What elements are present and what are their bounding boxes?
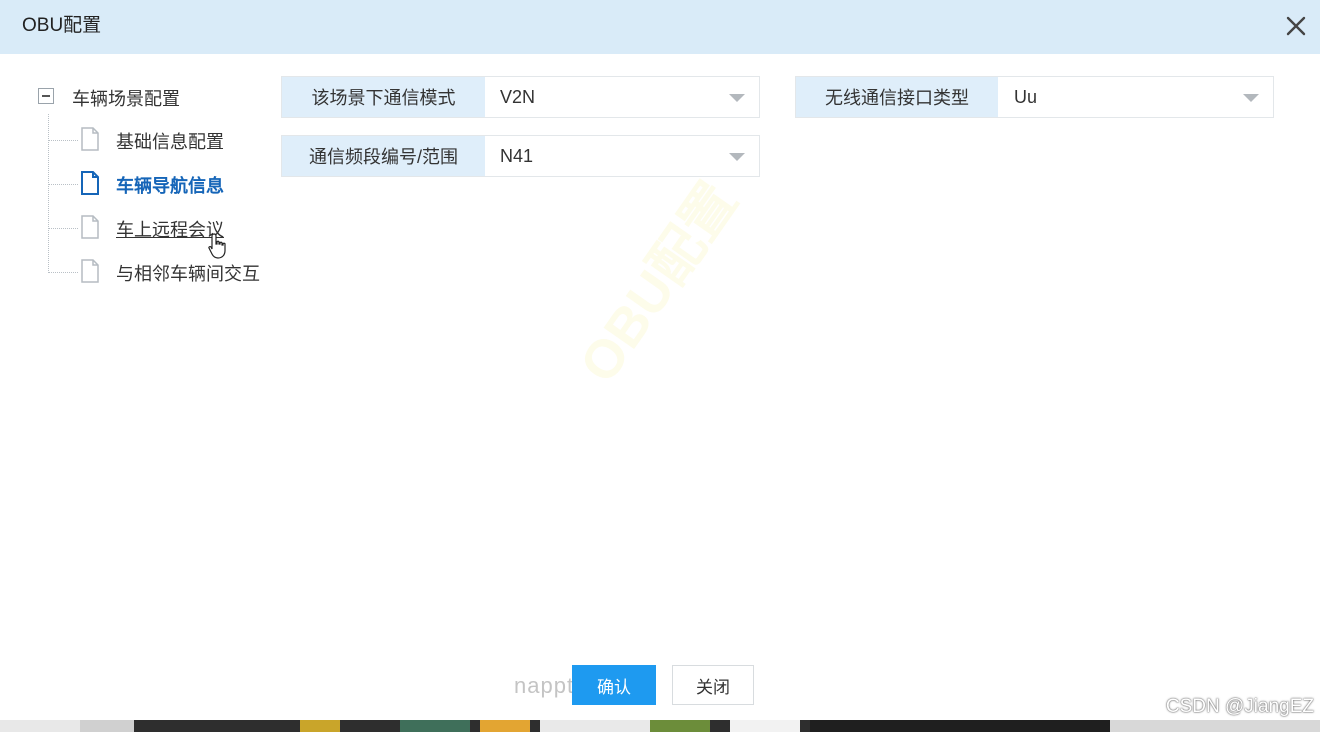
tree-item-label: 与相邻车辆间交互 [116, 264, 260, 284]
tree-item-navigation-info[interactable]: 车辆导航信息 [48, 164, 288, 204]
file-icon [81, 171, 99, 195]
comm-mode-select[interactable]: 该场景下通信模式 V2N [281, 76, 760, 118]
tree-connector [48, 272, 78, 273]
interface-type-select[interactable]: 无线通信接口类型 Uu [795, 76, 1274, 118]
file-icon [81, 215, 99, 239]
band-select[interactable]: 通信频段编号/范围 N41 [281, 135, 760, 177]
close-button[interactable]: 关闭 [672, 665, 754, 705]
dialog-titlebar: OBU配置 [0, 0, 1320, 54]
collapse-toggle-icon[interactable] [38, 88, 54, 104]
chevron-down-icon[interactable] [1243, 94, 1259, 102]
tree-root-vehicle-scene[interactable]: 车辆场景配置 [36, 80, 296, 114]
comm-mode-value: V2N [500, 86, 536, 107]
tree-item-remote-meeting[interactable]: 车上远程会议 [48, 208, 288, 248]
csdn-watermark: CSDN @JiangEZ [1165, 696, 1314, 717]
tree-connector [48, 228, 78, 229]
close-icon[interactable] [1280, 10, 1312, 42]
tree-item-basic-info[interactable]: 基础信息配置 [48, 120, 288, 160]
hand-cursor-icon [208, 233, 226, 259]
chevron-down-icon[interactable] [729, 153, 745, 161]
interface-type-value: Uu [1014, 86, 1038, 107]
tree-item-label: 基础信息配置 [116, 132, 224, 152]
tree-connector [48, 184, 78, 185]
tree-root-label: 车辆场景配置 [72, 89, 180, 109]
tree-connector [48, 140, 78, 141]
obu-config-dialog: OBU配置 OBU配置 车辆场景配置 基础信息配置 车辆导航信息 车上远程会议 … [0, 0, 1320, 720]
tree-item-neighbor-interaction[interactable]: 与相邻车辆间交互 [48, 252, 288, 292]
file-icon [81, 259, 99, 283]
band-label: 通信频段编号/范围 [282, 136, 485, 176]
dialog-title: OBU配置 [22, 15, 102, 36]
interface-type-label: 无线通信接口类型 [796, 77, 998, 117]
file-icon [81, 127, 99, 151]
faint-watermark: OBU配置 [568, 172, 749, 394]
comm-mode-label: 该场景下通信模式 [282, 77, 485, 117]
tree-item-label: 车辆导航信息 [116, 176, 224, 196]
background-content-strip [0, 720, 1320, 732]
chevron-down-icon[interactable] [729, 94, 745, 102]
band-value: N41 [500, 145, 534, 166]
confirm-button[interactable]: 确认 [572, 665, 656, 705]
